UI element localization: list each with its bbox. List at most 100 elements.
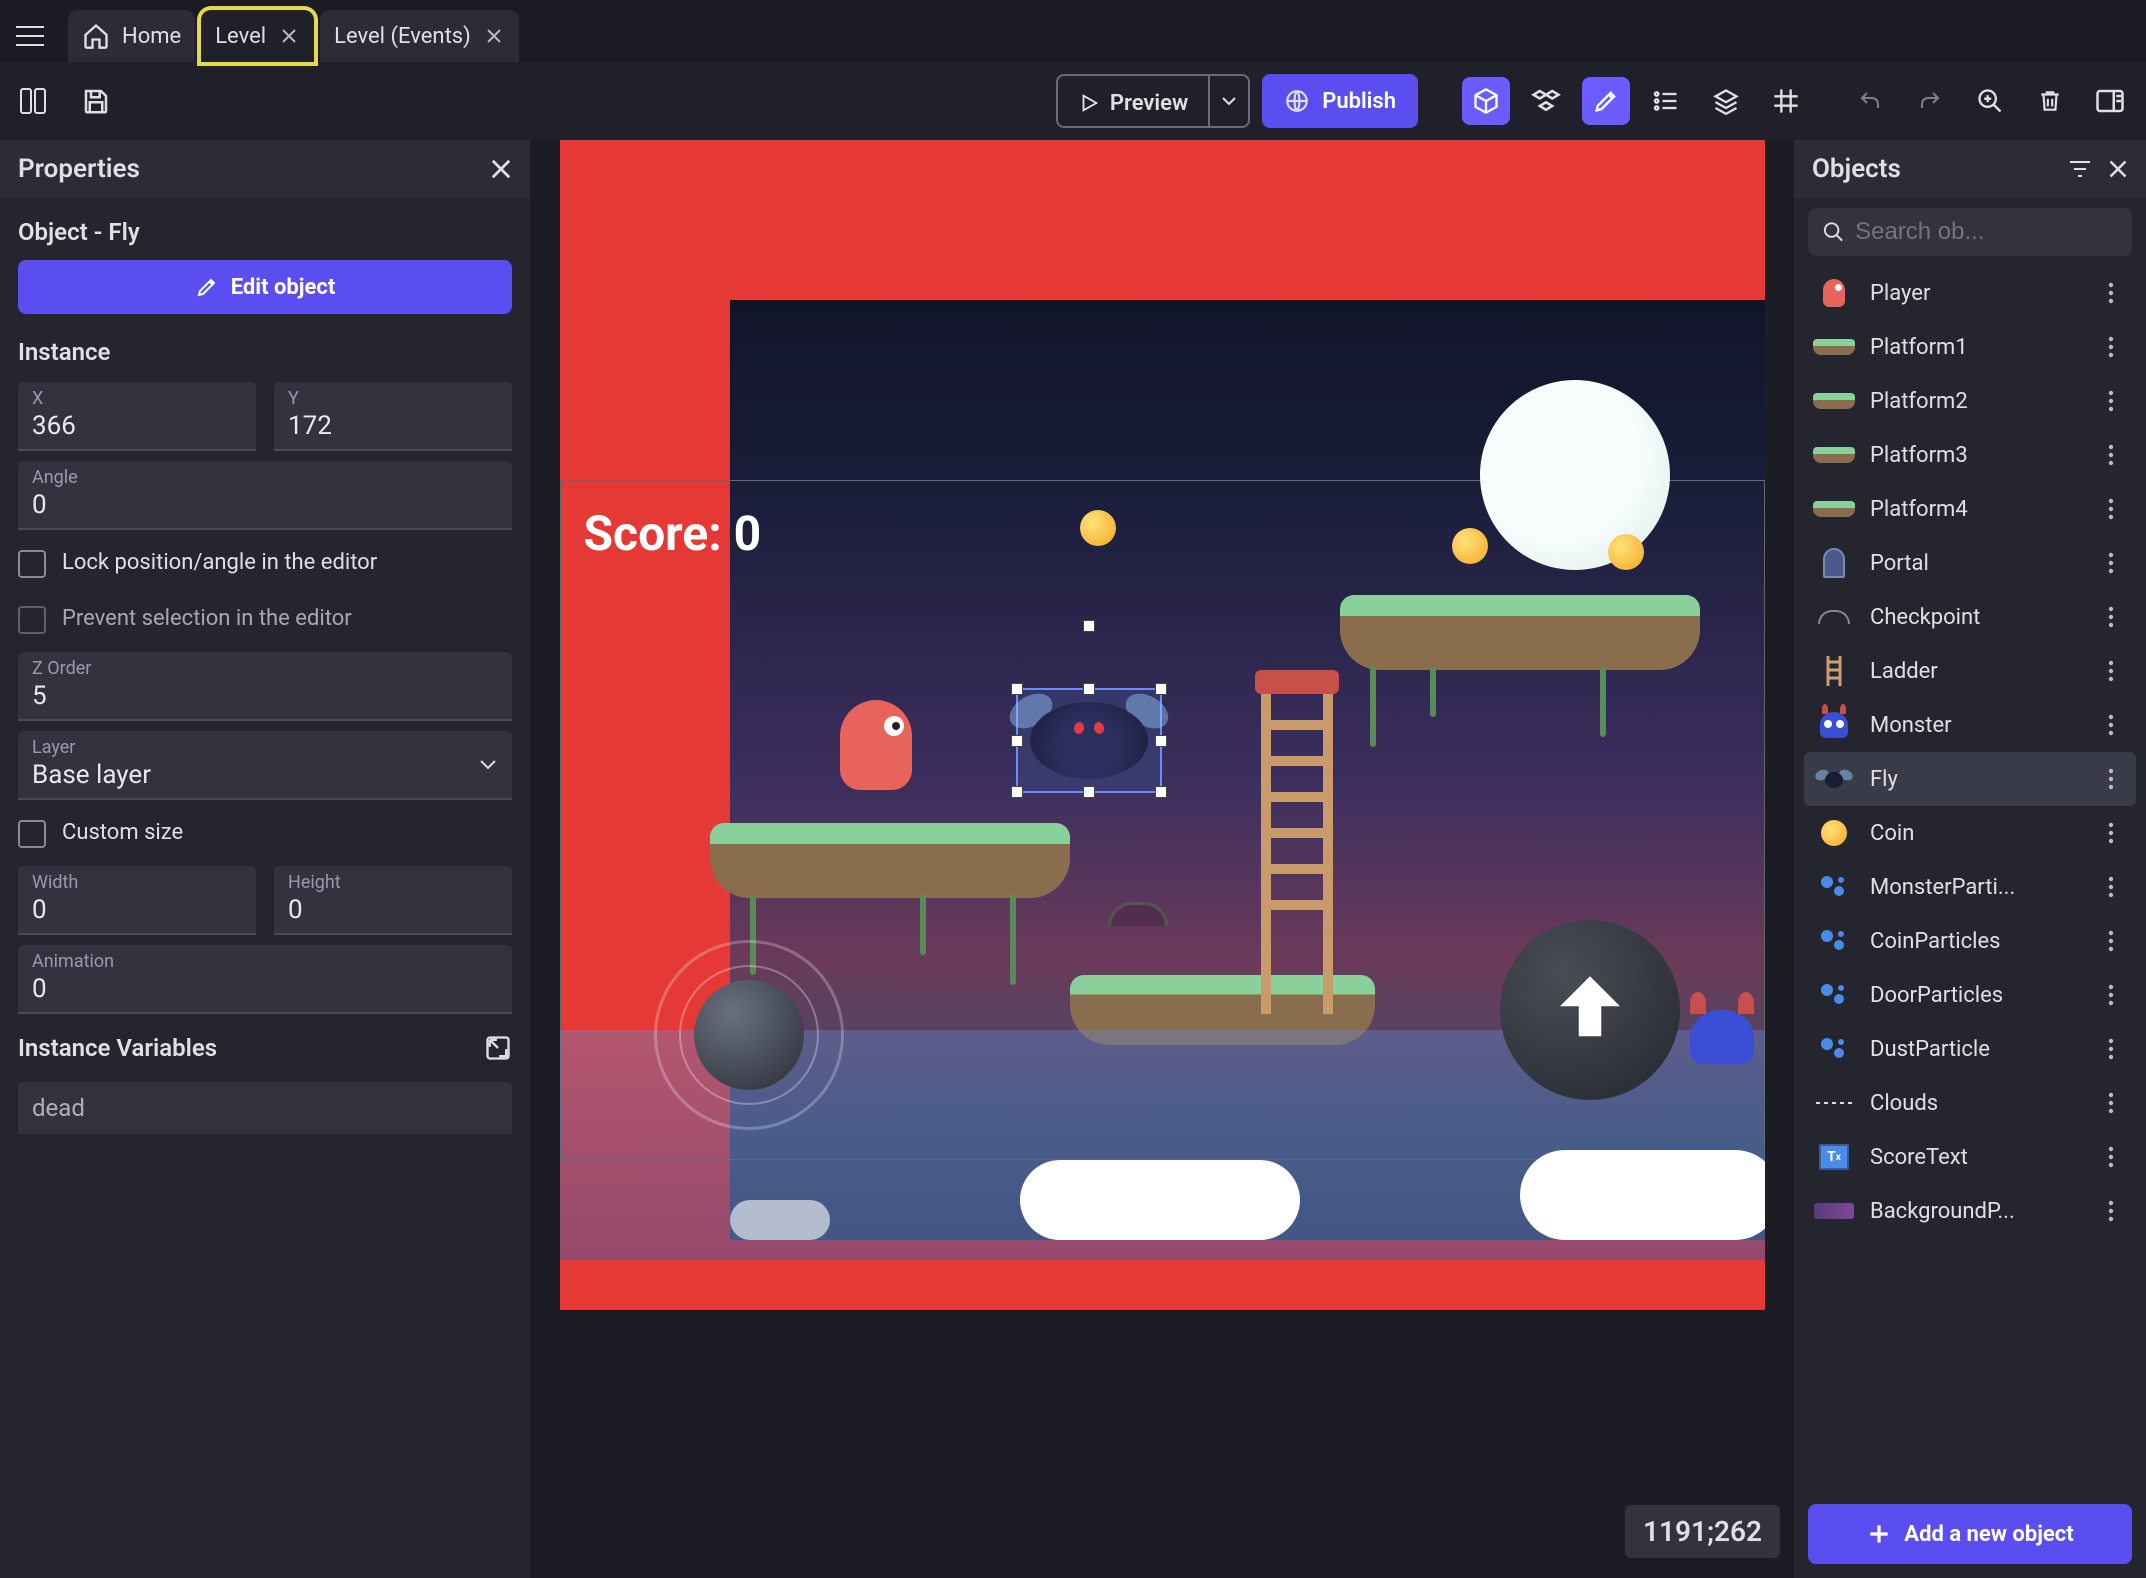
object-item-menu-icon[interactable] <box>2108 822 2128 844</box>
object-item-menu-icon[interactable] <box>2108 984 2128 1006</box>
object-item-menu-icon[interactable] <box>2108 768 2128 790</box>
object-thumbnail-icon <box>1812 330 1856 364</box>
object-item-menu-icon[interactable] <box>2108 714 2128 736</box>
angle-field[interactable]: Angle 0 <box>18 461 512 530</box>
object-item-player[interactable]: Player <box>1804 266 2136 320</box>
zoom-icon[interactable] <box>1966 77 2014 125</box>
ladder-sprite <box>1255 670 1339 1014</box>
object-item-menu-icon[interactable] <box>2108 606 2128 628</box>
object-item-doorparticles[interactable]: DoorParticles <box>1804 968 2136 1022</box>
tab-home[interactable]: Home <box>68 10 195 62</box>
tab-level[interactable]: Level <box>201 10 314 62</box>
add-object-button[interactable]: Add a new object <box>1808 1504 2132 1564</box>
object-item-label: Checkpoint <box>1870 605 2094 630</box>
object-item-menu-icon[interactable] <box>2108 282 2128 304</box>
publish-button[interactable]: Publish <box>1262 74 1418 128</box>
object-item-menu-icon[interactable] <box>2108 1146 2128 1168</box>
undo-icon[interactable] <box>1846 77 1894 125</box>
height-field[interactable]: Height 0 <box>274 866 512 935</box>
properties-close-icon[interactable] <box>490 158 512 180</box>
object-item-menu-icon[interactable] <box>2108 336 2128 358</box>
external-open-icon[interactable] <box>484 1034 512 1062</box>
properties-title: Properties <box>18 154 140 184</box>
objects-list[interactable]: Player Platform1 Platform2 Platform3Platfor… <box>1794 266 2146 1490</box>
object-thumbnail-icon <box>1812 762 1856 796</box>
tab-level-events-close-icon[interactable] <box>483 25 505 47</box>
panel-toggle-icon[interactable] <box>12 77 60 125</box>
object-item-coin[interactable]: Coin <box>1804 806 2136 860</box>
object-item-platform2[interactable]: Platform2 <box>1804 374 2136 428</box>
object-item-platform1[interactable]: Platform1 <box>1804 320 2136 374</box>
edit-object-button[interactable]: Edit object <box>18 260 512 314</box>
zorder-field[interactable]: Z Order 5 <box>18 652 512 721</box>
prevent-selection-checkbox[interactable]: Prevent selection in the editor <box>18 596 512 642</box>
object-item-checkpoint[interactable]: Checkpoint <box>1804 590 2136 644</box>
object-item-ladder[interactable]: Ladder <box>1804 644 2136 698</box>
menu-button[interactable] <box>8 14 52 58</box>
lock-position-checkbox[interactable]: Lock position/angle in the editor <box>18 540 512 586</box>
object-item-monsterparti-[interactable]: MonsterParti... <box>1804 860 2136 914</box>
score-text: Score: 0 <box>584 505 762 562</box>
grid-icon[interactable] <box>1762 77 1810 125</box>
instance-variables-header[interactable]: Instance Variables <box>18 1024 512 1072</box>
object-item-fly[interactable]: Fly <box>1804 752 2136 806</box>
filter-icon[interactable] <box>2068 158 2092 180</box>
object-item-label: Player <box>1870 281 2094 306</box>
preview-button[interactable]: Preview <box>1058 76 1208 128</box>
custom-size-checkbox[interactable]: Custom size <box>18 810 512 856</box>
object-item-label: Platform2 <box>1870 389 2094 414</box>
object-thumbnail-icon <box>1812 600 1856 634</box>
objects-search-input[interactable] <box>1855 218 2118 246</box>
object-item-menu-icon[interactable] <box>2108 552 2128 574</box>
objects-close-icon[interactable] <box>2108 159 2128 179</box>
redo-icon[interactable] <box>1906 77 1954 125</box>
object-item-portal[interactable]: Portal <box>1804 536 2136 590</box>
list-icon[interactable] <box>1642 77 1690 125</box>
y-field[interactable]: Y 172 <box>274 382 512 451</box>
object-item-backgroundp-[interactable]: BackgroundP... <box>1804 1184 2136 1238</box>
object-item-menu-icon[interactable] <box>2108 444 2128 466</box>
object-item-coinparticles[interactable]: CoinParticles <box>1804 914 2136 968</box>
layers-icon[interactable] <box>1702 77 1750 125</box>
object-item-menu-icon[interactable] <box>2108 1200 2128 1222</box>
object-item-menu-icon[interactable] <box>2108 876 2128 898</box>
save-icon[interactable] <box>72 77 120 125</box>
trash-icon[interactable] <box>2026 77 2074 125</box>
width-field[interactable]: Width 0 <box>18 866 256 935</box>
object-item-label: Coin <box>1870 821 2094 846</box>
edit-mode-icon[interactable] <box>1582 77 1630 125</box>
hamburger-icon <box>14 24 46 48</box>
chevron-down-icon <box>478 757 498 771</box>
object-item-menu-icon[interactable] <box>2108 390 2128 412</box>
settings-panel-icon[interactable] <box>2086 77 2134 125</box>
object-item-menu-icon[interactable] <box>2108 498 2128 520</box>
object-item-platform4[interactable]: Platform4 <box>1804 482 2136 536</box>
object-item-clouds[interactable]: Clouds <box>1804 1076 2136 1130</box>
tab-home-label: Home <box>122 24 181 49</box>
object-thumbnail-icon <box>1812 276 1856 310</box>
object-item-menu-icon[interactable] <box>2108 930 2128 952</box>
object-item-dustparticle[interactable]: DustParticle <box>1804 1022 2136 1076</box>
tab-level-close-icon[interactable] <box>278 25 300 47</box>
fly-selection[interactable] <box>1016 688 1162 793</box>
scene-canvas[interactable]: Score: 0 <box>560 140 1765 1310</box>
x-value: 366 <box>32 411 242 441</box>
animation-field[interactable]: Animation 0 <box>18 945 512 1014</box>
x-field[interactable]: X 366 <box>18 382 256 451</box>
object-item-menu-icon[interactable] <box>2108 1038 2128 1060</box>
pencil-icon <box>195 275 219 299</box>
layer-select[interactable]: Layer Base layer <box>18 731 512 800</box>
object-item-monster[interactable]: Monster <box>1804 698 2136 752</box>
variable-dead-field[interactable]: dead <box>18 1082 512 1134</box>
object-thumbnail-icon <box>1812 1194 1856 1228</box>
cubes-icon[interactable] <box>1522 77 1570 125</box>
object-item-scoretext[interactable]: TxScoreText <box>1804 1130 2136 1184</box>
scene-canvas-wrap: Score: 0 <box>530 140 1794 1578</box>
cube-icon[interactable] <box>1462 77 1510 125</box>
object-item-platform3[interactable]: Platform3 <box>1804 428 2136 482</box>
object-item-menu-icon[interactable] <box>2108 660 2128 682</box>
object-item-menu-icon[interactable] <box>2108 1092 2128 1114</box>
tab-level-events[interactable]: Level (Events) <box>320 10 519 62</box>
objects-search[interactable] <box>1808 208 2132 256</box>
preview-dropdown[interactable] <box>1208 76 1248 126</box>
